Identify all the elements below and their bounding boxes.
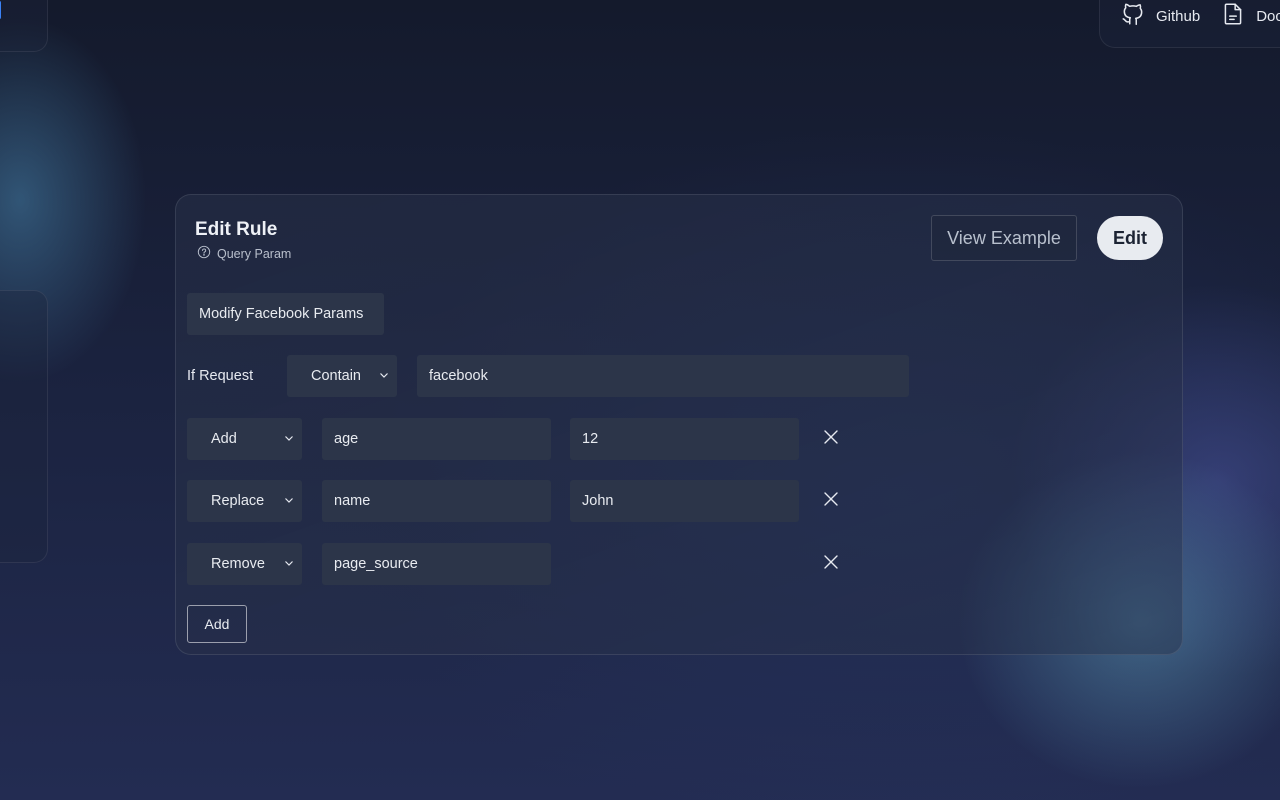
remove-param-button[interactable] — [821, 552, 841, 572]
param-value-text: 12 — [582, 431, 599, 447]
github-label: Github — [1156, 7, 1201, 25]
param-value-input[interactable]: John — [570, 480, 799, 522]
rule-type-label: Query Param — [217, 246, 292, 261]
param-action-value: Add — [211, 431, 237, 447]
rule-type: Query Param — [197, 245, 291, 262]
param-key-input[interactable]: age — [322, 418, 551, 460]
top-nav: Github Doc — [1099, 0, 1280, 48]
rule-name-input[interactable]: Modify Facebook Params — [187, 293, 384, 335]
param-action-select[interactable]: Remove — [187, 543, 302, 585]
param-value-input[interactable]: 12 — [570, 418, 799, 460]
github-link[interactable]: Github — [1120, 1, 1200, 31]
side-panel-top — [0, 0, 48, 52]
card-title: Edit Rule — [195, 219, 278, 240]
close-icon — [824, 430, 838, 444]
add-param-button[interactable]: Add — [187, 605, 247, 643]
question-circle-icon[interactable] — [197, 245, 211, 262]
document-icon — [1220, 1, 1246, 31]
condition-value-input[interactable]: facebook — [417, 355, 909, 397]
docs-link[interactable]: Doc — [1220, 1, 1280, 31]
active-indicator — [0, 1, 1, 19]
param-action-value: Remove — [211, 556, 265, 572]
condition-label: If Request — [187, 368, 254, 384]
param-key-value: name — [334, 493, 371, 509]
remove-param-button[interactable] — [821, 489, 841, 509]
remove-param-button[interactable] — [821, 427, 841, 447]
close-icon — [824, 555, 838, 569]
param-action-value: Replace — [211, 493, 265, 509]
chevron-down-icon — [285, 561, 293, 566]
github-icon — [1120, 1, 1146, 31]
param-action-select[interactable]: Add — [187, 418, 302, 460]
chevron-down-icon — [285, 436, 293, 441]
condition-value-text: facebook — [429, 368, 488, 384]
view-example-button[interactable]: View Example — [931, 215, 1077, 261]
param-value-text: John — [582, 493, 614, 509]
chevron-down-icon — [380, 373, 388, 378]
docs-label: Doc — [1256, 7, 1280, 25]
close-icon — [824, 492, 838, 506]
rule-name-value: Modify Facebook Params — [199, 306, 364, 322]
param-key-value: page_source — [334, 556, 418, 572]
param-key-input[interactable]: page_source — [322, 543, 551, 585]
edit-rule-card: Edit Rule Query Param View Example Edit … — [175, 194, 1183, 655]
condition-operator-select[interactable]: Contain — [287, 355, 397, 397]
param-action-select[interactable]: Replace — [187, 480, 302, 522]
param-key-input[interactable]: name — [322, 480, 551, 522]
param-key-value: age — [334, 431, 359, 447]
chevron-down-icon — [285, 498, 293, 503]
edit-button[interactable]: Edit — [1097, 216, 1163, 260]
condition-operator-value: Contain — [311, 368, 361, 384]
side-panel-middle — [0, 290, 48, 563]
